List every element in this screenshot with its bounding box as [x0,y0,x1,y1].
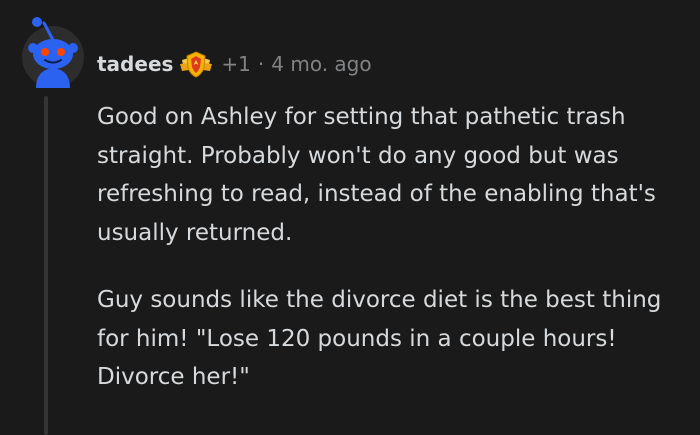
comment-body: Good on Ashley for setting that pathetic… [97,98,687,426]
comment-paragraph: Good on Ashley for setting that pathetic… [97,104,656,246]
comment: tadees +1 · 4 mo. ago Good on Ashley for… [0,0,700,435]
comment-score: +1 [221,52,251,76]
comment-meta: tadees +1 · 4 mo. ago [97,47,372,81]
comment-paragraph: Guy sounds like the divorce diet is the … [97,287,662,390]
meta-separator: · [257,52,265,76]
comment-timestamp[interactable]: 4 mo. ago [271,52,371,76]
thread-collapse-line[interactable] [44,96,48,435]
author-username[interactable]: tadees [97,52,173,76]
award-badge-icon [180,51,213,78]
snoo-avatar-icon[interactable] [22,14,84,88]
